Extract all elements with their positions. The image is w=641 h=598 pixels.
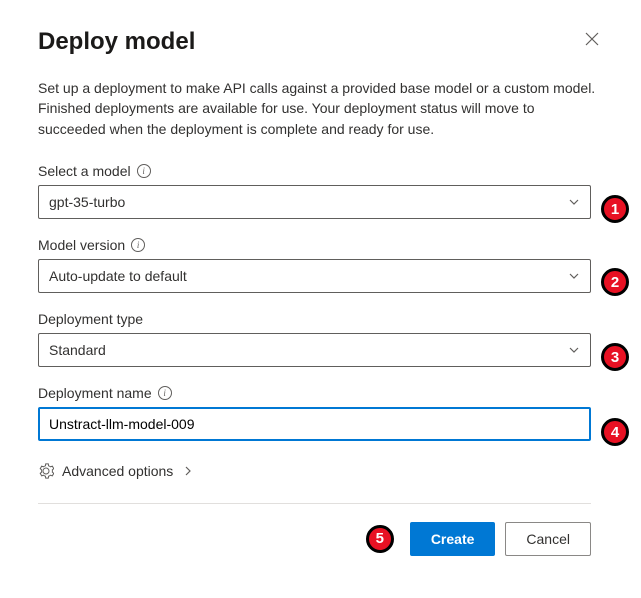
info-icon[interactable]: i (137, 164, 151, 178)
dialog-title: Deploy model (38, 28, 195, 56)
info-icon[interactable]: i (158, 386, 172, 400)
model-value: gpt-35-turbo (49, 194, 125, 210)
cancel-button[interactable]: Cancel (505, 522, 591, 556)
gear-icon (38, 463, 54, 479)
annotation-marker-2: 2 (601, 268, 629, 296)
create-button[interactable]: Create (410, 522, 496, 556)
dialog-description: Set up a deployment to make API calls ag… (38, 78, 603, 139)
divider (38, 503, 591, 504)
annotation-marker-5: 5 (366, 525, 394, 553)
type-label: Deployment type (38, 311, 143, 327)
annotation-marker-1: 1 (601, 195, 629, 223)
info-icon[interactable]: i (131, 238, 145, 252)
advanced-options-toggle[interactable]: Advanced options (38, 463, 193, 479)
model-label: Select a model (38, 163, 131, 179)
type-value: Standard (49, 342, 106, 358)
chevron-down-icon (568, 344, 580, 356)
version-value: Auto-update to default (49, 268, 187, 284)
annotation-marker-3: 3 (601, 343, 629, 371)
version-select[interactable]: Auto-update to default (38, 259, 591, 293)
close-button[interactable] (581, 28, 603, 53)
type-select[interactable]: Standard (38, 333, 591, 367)
chevron-down-icon (568, 196, 580, 208)
model-select[interactable]: gpt-35-turbo (38, 185, 591, 219)
chevron-down-icon (568, 270, 580, 282)
close-icon (585, 32, 599, 46)
name-label: Deployment name (38, 385, 152, 401)
annotation-marker-4: 4 (601, 418, 629, 446)
version-label: Model version (38, 237, 125, 253)
deployment-name-input[interactable] (38, 407, 591, 441)
advanced-options-label: Advanced options (62, 463, 173, 479)
chevron-right-icon (183, 466, 193, 476)
